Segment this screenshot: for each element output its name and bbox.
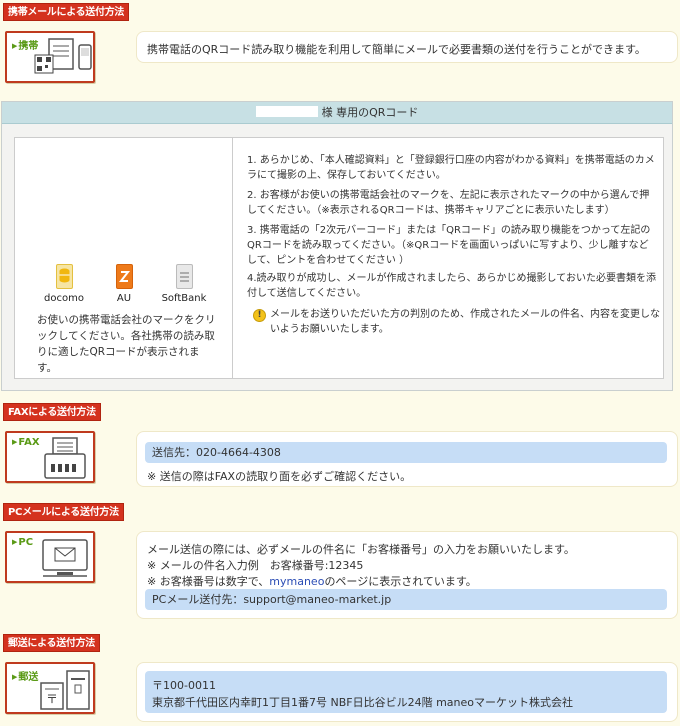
qr-step-3: 3. 携帯電話の「2次元バーコード」または「QRコード」の読み取り機能をつかって… [247, 225, 651, 266]
softbank-icon[interactable] [175, 264, 193, 289]
post-panel: 〒100-0011 東京都千代田区内幸町1丁目1番7号 NBF日比谷ビル24階 … [136, 662, 678, 722]
carrier-au-label: AU [116, 293, 132, 304]
post-zip: 〒100-0011 [152, 679, 216, 692]
qr-title-text: 様 専用のQRコード [321, 106, 419, 119]
carrier-au[interactable]: AU [94, 264, 154, 304]
carrier-docomo[interactable]: docomo [34, 264, 94, 304]
carrier-docomo-label: docomo [44, 293, 84, 304]
post-address-box: 〒100-0011 東京都千代田区内幸町1丁目1番7号 NBF日比谷ビル24階 … [145, 671, 667, 713]
pc-section-header: PCメールによる送付方法 [3, 503, 124, 521]
pc-instruction: メール送信の際には、必ずメールの件名に「お客様番号」の入力をお願いいたします。 [147, 543, 575, 556]
pc-customer-number-note: ※ お客様番号は数字で、mymaneoのページに表示されています。 [147, 575, 477, 588]
fax-section-header: FAXによる送付方法 [3, 403, 101, 421]
docomo-icon[interactable] [55, 264, 73, 289]
mobile-description-panel: 携帯電話のQRコード読み取り機能を利用して簡単にメールで必要書類の送付を行うこと… [136, 31, 678, 63]
qr-step-1: 1. あらかじめ、「本人確認資料」と「登録銀行口座の内容がわかる資料」を携帯電話… [247, 155, 655, 181]
carrier-softbank[interactable]: SoftBank [154, 264, 214, 304]
qr-step-4: 4.読み取りが成功し、メールが作成されましたら、あらかじめ撮影しておいた必要書類… [247, 273, 656, 299]
fax-panel: 送信先：020-4664-4308 ※ 送信の際はFAXの読取り面を必ずご確認く… [136, 431, 678, 487]
svg-text:〒: 〒 [46, 692, 58, 706]
fax-number: 送信先：020-4664-4308 [145, 442, 667, 463]
fax-note: ※ 送信の際はFAXの読取り面を必ずご確認ください。 [147, 470, 412, 483]
pc-icon-box: PC [5, 531, 95, 583]
mobile-description: 携帯電話のQRコード読み取り機能を利用して簡単にメールで必要書類の送付を行うこと… [147, 43, 646, 56]
pc-subject-example: ※ メールの件名入力例 お客様番号:12345 [147, 559, 364, 572]
pc-panel: メール送信の際には、必ずメールの件名に「お客様番号」の入力をお願いいたします。 … [136, 531, 678, 619]
pc-email-address: PCメール送付先：support@maneo-market.jp [145, 589, 667, 610]
carrier-select-area: docomo AU SoftBank お使いの携帯電話会社のマークをクリックして… [15, 138, 233, 378]
customer-name-blank [255, 106, 318, 117]
qr-inner-box: docomo AU SoftBank お使いの携帯電話会社のマークをクリックして… [14, 137, 664, 379]
post-address: 東京都千代田区内幸町1丁目1番7号 NBF日比谷ビル24階 maneoマーケット… [152, 696, 574, 709]
qr-code-panel: 様 専用のQRコード docomo AU SoftBank お使いの携帯電話会社… [1, 101, 673, 391]
mobile-section-header: 携帯メールによる送付方法 [3, 3, 130, 21]
pc-tag: PC [12, 537, 33, 548]
au-icon[interactable] [115, 264, 133, 289]
pc-mail-icon [42, 539, 88, 577]
qr-panel-title: 様 専用のQRコード [2, 102, 672, 124]
qr-step-2: 2. お客様がお使いの携帯電話会社のマークを、左記に表示されたマークの中から選ん… [247, 190, 650, 216]
carrier-softbank-label: SoftBank [161, 293, 207, 304]
qr-warning: メールをお送りいただいた方の判別のため、作成されたメールの件名、内容を変更しない… [270, 309, 660, 335]
post-icon-box: 郵送 〒 [5, 662, 95, 714]
mobile-qr-document-icon [34, 38, 92, 74]
post-section-header: 郵送による送付方法 [3, 634, 100, 652]
mailbox-icon: 〒 [40, 670, 90, 710]
fax-machine-icon [44, 437, 86, 479]
warning-icon: ! [253, 309, 266, 322]
fax-icon-box: FAX [5, 431, 95, 483]
mobile-icon-box: 携帯 [5, 31, 95, 83]
carrier-instruction: お使いの携帯電話会社のマークをクリックしてください。各社携帯の読み取りに適したQ… [37, 314, 216, 374]
mymaneo-link[interactable]: mymaneo [269, 575, 324, 588]
